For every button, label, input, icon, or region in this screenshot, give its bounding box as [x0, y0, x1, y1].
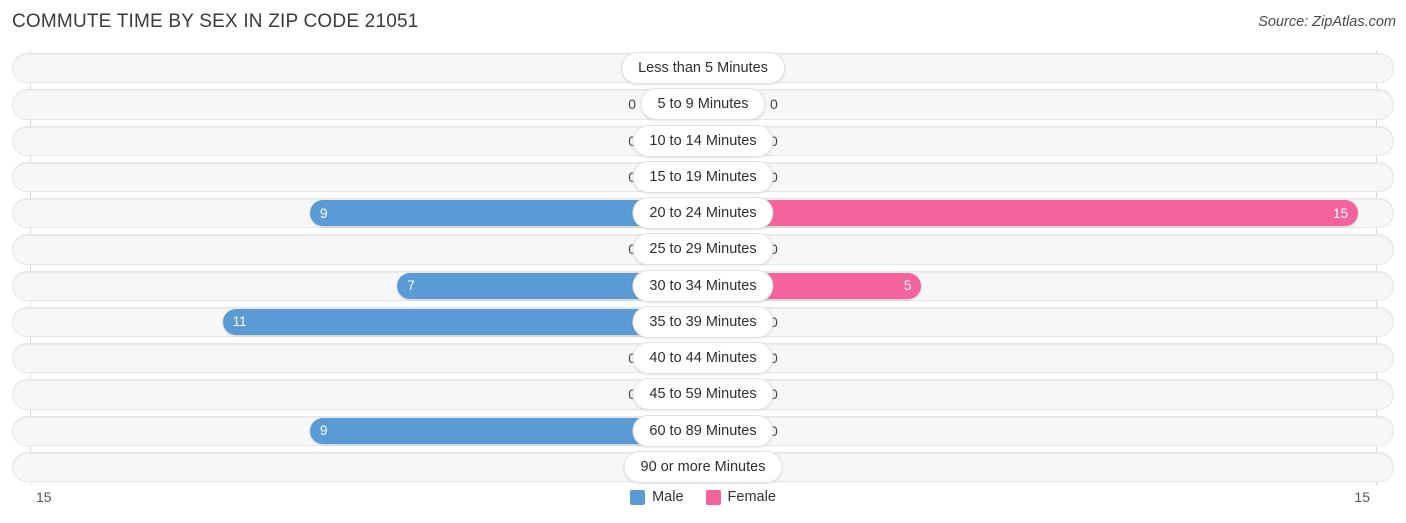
- bar-value-male: 11: [232, 314, 247, 330]
- female-half: 0: [703, 345, 1406, 371]
- male-half: 0: [0, 127, 703, 154]
- male-half: 0: [0, 453, 703, 480]
- category-label: Less than 5 Minutes: [621, 52, 785, 84]
- male-half: 9: [0, 417, 703, 444]
- category-label: 10 to 14 Minutes: [632, 124, 774, 157]
- female-half: 0: [703, 127, 1406, 154]
- chart-row: 0010 to 14 Minutes: [0, 123, 1406, 159]
- bar-value-female: 5: [903, 278, 912, 293]
- male-half: 9: [0, 200, 703, 226]
- female-half: 5: [703, 272, 1406, 299]
- legend-label-male: Male: [652, 489, 684, 505]
- male-half: 0: [0, 163, 703, 190]
- category-label: 20 to 24 Minutes: [632, 197, 774, 229]
- male-half: 0: [0, 91, 703, 118]
- chart-header: COMMUTE TIME BY SEX IN ZIP CODE 21051 So…: [0, 0, 1406, 46]
- chart-row: 00Less than 5 Minutes: [0, 50, 1406, 86]
- legend-swatch-female: [705, 489, 721, 505]
- bar-value-female: 15: [1332, 205, 1348, 221]
- bar-male[interactable]: 11: [222, 308, 703, 335]
- male-half: 0: [0, 345, 703, 371]
- legend-item-female[interactable]: Female: [705, 489, 776, 505]
- chart-row: 0045 to 59 Minutes: [0, 376, 1406, 412]
- female-half: 0: [703, 236, 1406, 263]
- axis-label-right: 15: [1354, 489, 1370, 505]
- legend-swatch-male: [630, 489, 646, 505]
- category-label: 15 to 19 Minutes: [632, 160, 774, 193]
- chart-row: 11 0 35 to 39 Minutes: [0, 304, 1406, 340]
- female-half: 0: [703, 55, 1406, 81]
- category-label: 45 to 59 Minutes: [632, 378, 774, 411]
- legend-item-male[interactable]: Male: [630, 489, 684, 505]
- chart-row: 0025 to 29 Minutes: [0, 231, 1406, 267]
- chart-row: 7 5 30 to 34 Minutes: [0, 268, 1406, 304]
- category-label: 30 to 34 Minutes: [632, 269, 774, 302]
- chart-row: 0015 to 19 Minutes: [0, 159, 1406, 195]
- female-half: 15: [703, 200, 1406, 226]
- male-half: 0: [0, 381, 703, 408]
- male-half: 0: [0, 55, 703, 81]
- bar-value-male: 0: [628, 96, 636, 113]
- chart-plot-area: 00Less than 5 Minutes005 to 9 Minutes001…: [0, 50, 1406, 485]
- bar-female[interactable]: 15: [703, 200, 1358, 226]
- chart-row: 0090 or more Minutes: [0, 449, 1406, 485]
- chart-row: 0040 to 44 Minutes: [0, 340, 1406, 376]
- page-title: COMMUTE TIME BY SEX IN ZIP CODE 21051: [12, 11, 419, 32]
- female-half: 0: [703, 91, 1406, 118]
- legend-label-female: Female: [727, 489, 776, 505]
- male-half: 0: [0, 236, 703, 263]
- bar-value-female: 0: [770, 96, 778, 113]
- bar-value-male: 7: [407, 278, 415, 293]
- chart-row: 0 05 to 9 Minutes: [0, 86, 1406, 122]
- category-label: 90 or more Minutes: [623, 450, 783, 483]
- category-label: 60 to 89 Minutes: [632, 414, 774, 447]
- category-label: 25 to 29 Minutes: [632, 233, 774, 266]
- female-half: 0: [703, 453, 1406, 480]
- male-half: 7: [0, 272, 703, 299]
- category-label: 35 to 39 Minutes: [632, 305, 774, 338]
- chart-legend: Male Female: [0, 489, 1406, 505]
- male-half: 11: [0, 308, 703, 335]
- category-label: 5 to 9 Minutes: [640, 88, 766, 121]
- category-label: 40 to 44 Minutes: [632, 342, 774, 374]
- female-half: 0: [703, 381, 1406, 408]
- female-half: 0: [703, 417, 1406, 444]
- bar-value-male: 9: [320, 423, 328, 438]
- source-attribution: Source: ZipAtlas.com: [1258, 14, 1396, 30]
- chart-rows: 00Less than 5 Minutes005 to 9 Minutes001…: [0, 50, 1406, 485]
- chart-row: 9 15 20 to 24 Minutes: [0, 195, 1406, 231]
- bar-value-male: 9: [320, 205, 328, 221]
- female-half: 0: [703, 163, 1406, 190]
- chart-footer: 15 Male Female 15: [0, 485, 1406, 523]
- female-half: 0: [703, 308, 1406, 335]
- chart-row: 9 0 60 to 89 Minutes: [0, 413, 1406, 449]
